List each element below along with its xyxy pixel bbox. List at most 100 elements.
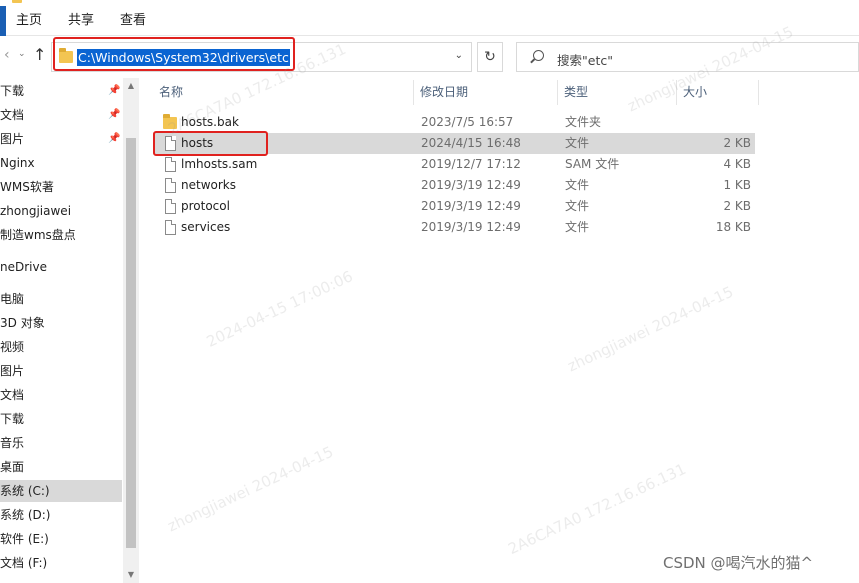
nav-item-documents-pc[interactable]: 文档 (0, 384, 122, 406)
tab-share[interactable]: 共享 (55, 6, 107, 36)
nav-item-downloads[interactable]: 下载 📌 (0, 80, 122, 102)
nav-item-label: 视频 (0, 340, 25, 354)
nav-item-label: 3D 对象 (0, 316, 45, 330)
nav-item-label: 文档 (F:) (0, 556, 48, 570)
scroll-down-icon[interactable]: ▼ (123, 567, 139, 583)
chevron-down-icon[interactable]: ⌄ (455, 50, 463, 61)
nav-item-wms-copyright[interactable]: WMS软著 (0, 176, 122, 198)
watermark: 2A6CA7A0 172.16.66.131 (505, 459, 689, 559)
file-size: 4 KB (723, 157, 751, 171)
file-row[interactable]: services 2019/3/19 12:49 文件 18 KB (153, 217, 755, 238)
nav-item-desktop[interactable]: 桌面 (0, 456, 122, 478)
tab-view[interactable]: 查看 (107, 6, 159, 36)
pin-icon: 📌 (108, 85, 121, 96)
file-modified: 2019/3/19 12:49 (421, 178, 521, 192)
file-type: 文件 (565, 178, 590, 192)
address-bar[interactable]: C:\Windows\System32\drivers\etc ⌄ (51, 42, 472, 72)
folder-icon (12, 0, 22, 3)
file-row[interactable]: protocol 2019/3/19 12:49 文件 2 KB (153, 196, 755, 217)
file-row[interactable]: lmhosts.sam 2019/12/7 17:12 SAM 文件 4 KB (153, 154, 755, 175)
file-type: 文件 (565, 199, 590, 213)
nav-item-label: Nginx (0, 156, 35, 170)
nav-item-label: 文档 (0, 388, 25, 402)
nav-item-label: 图片 (0, 132, 25, 146)
search-placeholder: 搜索"etc" (557, 53, 613, 68)
folder-icon (163, 114, 177, 129)
address-row: ‹ ⌄ ↑ C:\Windows\System32\drivers\etc ⌄ … (0, 40, 859, 74)
file-size: 2 KB (723, 199, 751, 213)
nav-item-drive-e[interactable]: 软件 (E:) (0, 528, 122, 550)
nav-item-downloads-pc[interactable]: 下载 (0, 408, 122, 430)
nav-scrollbar[interactable]: ▲ ▼ (123, 78, 139, 583)
nav-item-documents[interactable]: 文档 📌 (0, 104, 122, 126)
folder-icon (59, 48, 73, 63)
file-name: protocol (181, 199, 230, 213)
file-type: 文件夹 (565, 115, 602, 129)
nav-item-label: 文档 (0, 108, 25, 122)
file-type: 文件 (565, 136, 590, 150)
file-modified: 2019/12/7 17:12 (421, 157, 521, 171)
file-name: hosts.bak (181, 115, 239, 129)
forward-icon[interactable]: ‹ (4, 47, 10, 63)
ribbon-tabs: 主页 共享 查看 (0, 5, 859, 36)
file-modified: 2024/4/15 16:48 (421, 136, 521, 150)
nav-item-drive-c[interactable]: 系统 (C:) (0, 480, 122, 502)
file-size: 2 KB (723, 136, 751, 150)
search-input[interactable]: 搜索"etc" (516, 42, 859, 72)
file-row[interactable]: hosts 2024/4/15 16:48 文件 2 KB (153, 133, 755, 154)
nav-item-pictures-pc[interactable]: 图片 (0, 360, 122, 382)
column-header-size[interactable]: 大小 (677, 80, 759, 105)
scroll-up-icon[interactable]: ▲ (123, 78, 139, 94)
nav-item-drive-f[interactable]: 文档 (F:) (0, 552, 122, 574)
nav-item-label: 系统 (C:) (0, 484, 50, 498)
column-header-type[interactable]: 类型 (558, 80, 677, 105)
nav-item-videos[interactable]: 视频 (0, 336, 122, 358)
file-row[interactable]: hosts.bak 2023/7/5 16:57 文件夹 (153, 112, 755, 133)
file-type: SAM 文件 (565, 157, 620, 171)
file-modified: 2019/3/19 12:49 (421, 199, 521, 213)
file-icon (165, 136, 176, 151)
file-name: networks (181, 178, 236, 192)
scroll-thumb[interactable] (126, 138, 136, 548)
file-modified: 2023/7/5 16:57 (421, 115, 514, 129)
address-path[interactable]: C:\Windows\System32\drivers\etc (77, 49, 290, 66)
file-name: hosts (181, 136, 214, 150)
nav-item-label: 系统 (D:) (0, 508, 51, 522)
watermark: zhongjiawei 2024-04-15 (164, 442, 337, 536)
nav-item-label: 电脑 (0, 292, 25, 306)
nav-item-wms-inventory[interactable]: 制造wms盘点 (0, 224, 122, 246)
recent-locations-chevron-icon[interactable]: ⌄ (18, 49, 26, 59)
nav-item-label: 制造wms盘点 (0, 228, 76, 242)
column-header-name[interactable]: 名称 (153, 80, 414, 105)
nav-item-label: WMS软著 (0, 180, 54, 194)
refresh-button[interactable]: ↻ (477, 42, 503, 72)
nav-item-music[interactable]: 音乐 (0, 432, 122, 454)
file-row[interactable]: networks 2019/3/19 12:49 文件 1 KB (153, 175, 755, 196)
refresh-icon: ↻ (484, 49, 496, 65)
file-type: 文件 (565, 220, 590, 234)
file-name: lmhosts.sam (181, 157, 258, 171)
nav-item-3d-objects[interactable]: 3D 对象 (0, 312, 122, 334)
file-icon (165, 220, 176, 235)
navigation-pane: 下载 📌 文档 📌 图片 📌 Nginx WMS软著 zhongjiawei 制造wm… (0, 78, 140, 583)
column-header-modified[interactable]: 修改日期 (414, 80, 558, 105)
nav-item-pictures[interactable]: 图片 📌 (0, 128, 122, 150)
nav-item-nginx[interactable]: Nginx (0, 152, 122, 174)
nav-item-label: 桌面 (0, 460, 25, 474)
file-size: 1 KB (723, 178, 751, 192)
nav-item-label: 音乐 (0, 436, 25, 450)
nav-item-drive-d[interactable]: 系统 (D:) (0, 504, 122, 526)
watermark: 2024-04-15 17:00:06 (203, 267, 356, 351)
nav-item-zhongjiawei[interactable]: zhongjiawei (0, 200, 122, 222)
nav-item-onedrive[interactable]: neDrive (0, 256, 122, 278)
file-modified: 2019/3/19 12:49 (421, 220, 521, 234)
search-icon (533, 50, 544, 61)
nav-item-this-pc[interactable]: 电脑 (0, 288, 122, 310)
up-arrow-icon[interactable]: ↑ (33, 45, 46, 64)
file-icon (165, 178, 176, 193)
tab-home[interactable]: 主页 (6, 6, 55, 36)
file-size: 18 KB (715, 220, 751, 234)
nav-item-label: neDrive (0, 260, 47, 274)
watermark: zhongjiawei 2024-04-15 (564, 282, 737, 376)
file-name: services (181, 220, 231, 234)
